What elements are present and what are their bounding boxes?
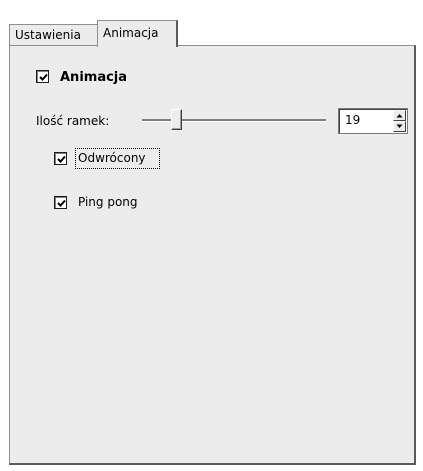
animation-settings-window: Ustawienia Animacja Animacja Ilość ramek… (0, 0, 423, 471)
frames-spinbox[interactable]: 19 (338, 108, 408, 134)
arrow-down-icon (396, 124, 403, 128)
pingpong-checkbox-label: Ping pong (78, 195, 138, 209)
check-icon (39, 73, 48, 81)
frames-value[interactable]: 19 (345, 113, 360, 127)
reversed-checkbox-label: Odwrócony (78, 151, 146, 165)
spin-down-button[interactable] (393, 121, 406, 132)
check-icon (57, 199, 66, 207)
animation-checkbox[interactable] (36, 70, 49, 83)
spin-up-button[interactable] (393, 110, 406, 121)
check-icon (57, 155, 66, 163)
arrow-up-icon (396, 114, 403, 118)
frames-slider-track[interactable] (142, 119, 326, 122)
frames-label: Ilość ramek: (36, 114, 110, 128)
animation-checkbox-label: Animacja (60, 70, 128, 85)
frames-slider-thumb[interactable] (171, 109, 182, 130)
reversed-checkbox[interactable] (54, 152, 67, 165)
pingpong-checkbox[interactable] (54, 196, 67, 209)
panel-content: Animacja Ilość ramek: 19 Odwrócony Ping … (0, 0, 423, 471)
